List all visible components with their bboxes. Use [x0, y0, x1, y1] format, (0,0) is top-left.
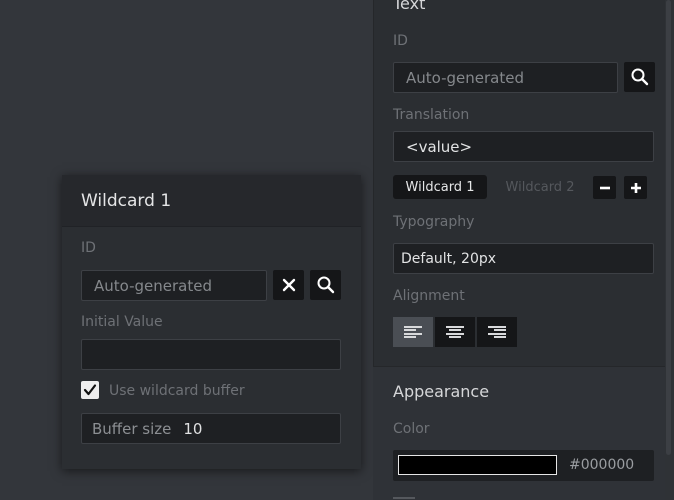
- search-icon: [631, 68, 648, 86]
- close-icon: [282, 278, 295, 292]
- alignment-label: Alignment: [393, 288, 465, 304]
- buffer-size-value: 10: [183, 419, 203, 438]
- color-hex-value: #000000: [569, 457, 635, 473]
- appearance-title: Appearance: [393, 382, 490, 401]
- typography-value: Default, 20px: [401, 250, 497, 267]
- align-center-button[interactable]: [435, 317, 475, 347]
- scrollbar-thumb[interactable]: [666, 0, 671, 455]
- typography-label: Typography: [393, 214, 475, 230]
- plus-icon: [630, 182, 641, 193]
- use-buffer-label: Use wildcard buffer: [109, 383, 245, 399]
- popup-title: Wildcard 1: [62, 175, 361, 227]
- add-wildcard-button[interactable]: [624, 176, 647, 199]
- text-section-title: Text: [393, 0, 426, 13]
- checkmark-icon: [83, 384, 97, 396]
- search-icon: [317, 276, 334, 294]
- next-label-clipped: [393, 491, 433, 500]
- align-left-icon: [404, 326, 422, 338]
- translation-value: <value>: [406, 137, 473, 156]
- clear-id-button[interactable]: [273, 270, 304, 300]
- initial-value-input[interactable]: [81, 339, 341, 370]
- props-search-button[interactable]: [624, 62, 655, 92]
- popup-id-label: ID: [81, 240, 96, 256]
- tab-wildcard-2-label: Wildcard 2: [505, 179, 575, 195]
- tab-wildcard-1[interactable]: Wildcard 1: [393, 175, 487, 199]
- initial-value-label: Initial Value: [81, 314, 163, 330]
- align-center-icon: [446, 326, 464, 338]
- color-field[interactable]: #000000: [393, 450, 654, 481]
- color-label: Color: [393, 421, 430, 437]
- minus-icon: [599, 186, 610, 189]
- props-id-label: ID: [393, 33, 408, 49]
- typography-select[interactable]: Default, 20px: [393, 243, 654, 274]
- popup-id-input[interactable]: Auto-generated: [81, 270, 267, 301]
- align-right-button[interactable]: [477, 317, 517, 347]
- buffer-size-field[interactable]: Buffer size 10: [81, 413, 341, 444]
- search-id-button[interactable]: [310, 270, 341, 300]
- use-buffer-checkbox[interactable]: [81, 381, 99, 399]
- buffer-size-label: Buffer size: [92, 419, 172, 438]
- props-id-placeholder: Auto-generated: [406, 68, 524, 87]
- translation-label: Translation: [393, 107, 470, 123]
- tab-wildcard-2[interactable]: Wildcard 2: [497, 175, 583, 199]
- remove-wildcard-button[interactable]: [593, 176, 616, 199]
- popup-id-placeholder: Auto-generated: [94, 276, 212, 295]
- wildcard-popup: Wildcard 1 ID Auto-generated Initial Val…: [62, 175, 361, 469]
- tab-wildcard-1-label: Wildcard 1: [405, 179, 475, 195]
- align-right-icon: [488, 326, 506, 338]
- align-left-button[interactable]: [393, 317, 433, 347]
- translation-input[interactable]: <value>: [393, 131, 654, 162]
- props-id-input[interactable]: Auto-generated: [393, 62, 618, 93]
- color-swatch[interactable]: [398, 455, 557, 475]
